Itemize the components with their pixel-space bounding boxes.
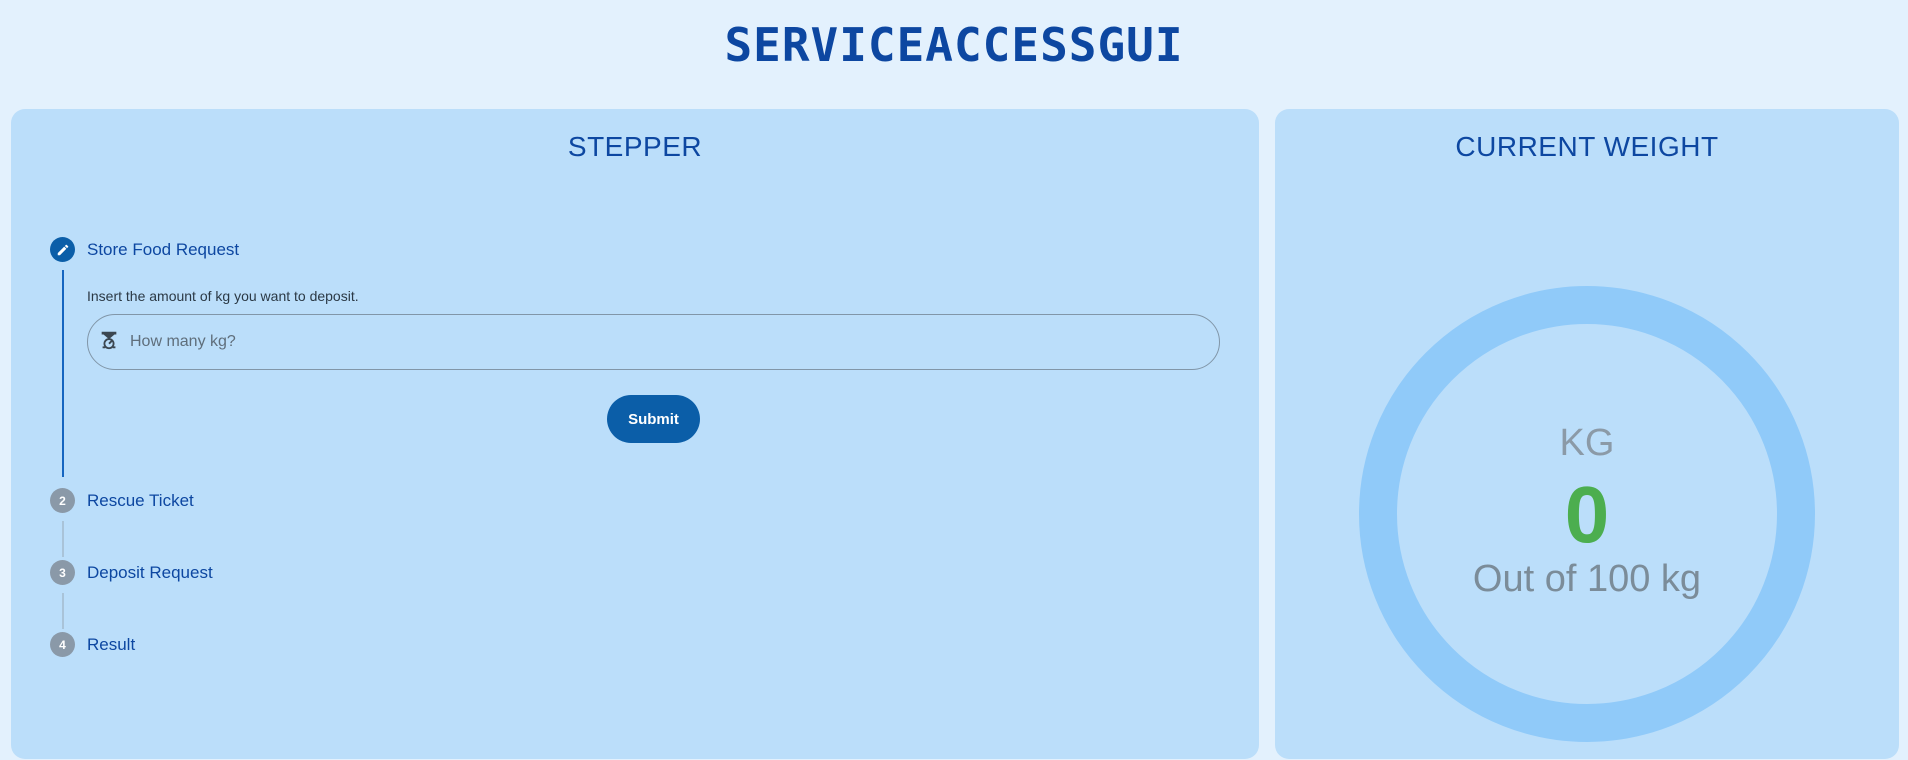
step-rescue-ticket[interactable]: 2 Rescue Ticket bbox=[50, 488, 194, 513]
step-store-food-request[interactable]: Store Food Request bbox=[50, 237, 239, 262]
stepper-title: STEPPER bbox=[567, 131, 703, 162]
step-deposit-request[interactable]: 3 Deposit Request bbox=[50, 560, 213, 585]
submit-button[interactable]: Submit bbox=[607, 395, 700, 443]
app-title: SERVICEACCESSGUI bbox=[724, 18, 1184, 72]
step-label: Store Food Request bbox=[87, 239, 240, 259]
deposit-instruction: Insert the amount of kg you want to depo… bbox=[87, 288, 359, 304]
step-number: 3 bbox=[50, 560, 75, 585]
kg-input[interactable] bbox=[130, 322, 1190, 362]
step-result[interactable]: 4 Result bbox=[50, 632, 135, 657]
pencil-icon bbox=[50, 237, 75, 262]
step-label: Deposit Request bbox=[87, 562, 213, 582]
scale-icon bbox=[98, 329, 120, 356]
gauge-unit-label: KG bbox=[1559, 422, 1615, 464]
step-connector bbox=[62, 270, 64, 477]
gauge-max-caption: Out of 100 kg bbox=[1472, 558, 1702, 600]
step-number: 4 bbox=[50, 632, 75, 657]
step-label: Rescue Ticket bbox=[87, 490, 194, 510]
weight-title: CURRENT WEIGHT bbox=[1455, 131, 1719, 162]
stepper-panel: STEPPER Store Food Request Insert the am… bbox=[11, 109, 1259, 759]
current-weight-panel: CURRENT WEIGHT KG 0 Out of 100 kg bbox=[1275, 109, 1899, 759]
step-label: Result bbox=[87, 634, 136, 654]
gauge-value: 0 bbox=[1564, 470, 1610, 559]
kg-input-field[interactable] bbox=[87, 314, 1220, 370]
step-connector bbox=[62, 521, 64, 557]
step-connector bbox=[62, 593, 64, 629]
step-number: 2 bbox=[50, 488, 75, 513]
